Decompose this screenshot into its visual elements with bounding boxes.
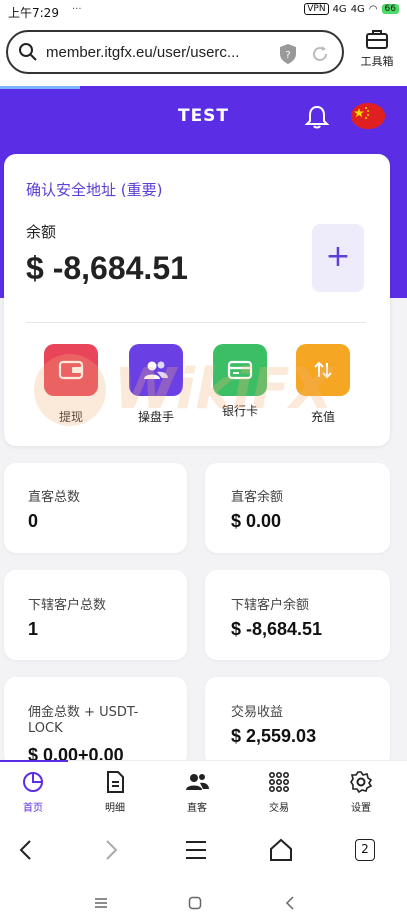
browser-nav-bar: 2 <box>0 818 407 884</box>
bank-card-button[interactable]: 银行卡 <box>213 344 275 419</box>
deposit-arrows-icon <box>296 344 350 396</box>
stat-card-sub-balance: 下辖客户余额 $ -8,684.51 <box>205 570 390 660</box>
withdraw-button[interactable]: 提现 <box>44 344 106 425</box>
nav-item-settings[interactable]: 设置 <box>331 770 391 814</box>
confirm-address-link[interactable]: 确认安全地址 (重要) <box>26 179 162 200</box>
status-time: 上午7:29 <box>8 6 59 20</box>
signal-icon-2: 4G <box>350 3 365 15</box>
card-divider <box>26 322 366 323</box>
tabs-count-button[interactable]: 2 <box>355 839 375 861</box>
system-nav-bar <box>0 884 407 923</box>
trader-label: 操盘手 <box>137 410 174 424</box>
signal-icon: 4G <box>332 3 347 15</box>
status-dots: ··· <box>72 4 82 15</box>
nav-item-direct-clients[interactable]: 直客 <box>167 770 227 814</box>
menu-icon[interactable] <box>184 838 208 862</box>
stat-card-direct-balance: 直客余额 $ 0.00 <box>205 463 390 553</box>
nav-item-trade[interactable]: 交易 <box>249 770 309 814</box>
stat-label: 佣金总数 + USDT- <box>28 705 139 720</box>
pie-chart-icon <box>23 772 43 792</box>
page-title: TEST <box>177 106 230 126</box>
nav-label: 明细 <box>105 803 125 814</box>
balance-value: $ -8,684.51 <box>26 250 188 286</box>
back-arrow-icon[interactable] <box>16 838 36 862</box>
bell-icon[interactable] <box>304 104 330 130</box>
nav-item-details[interactable]: 明细 <box>85 770 145 814</box>
reload-icon[interactable] <box>310 44 330 64</box>
language-flag-icon[interactable] <box>351 103 385 129</box>
stat-value: 0 <box>28 511 39 531</box>
url-text: member.itgfx.eu/user/userc... <box>46 43 240 61</box>
stat-value: 1 <box>28 619 39 639</box>
wifi-icon: ◠ <box>368 3 378 15</box>
gear-icon <box>350 771 373 794</box>
bottom-nav-active-indicator <box>0 760 68 762</box>
forward-arrow-icon[interactable] <box>101 838 121 862</box>
trader-users-icon <box>129 344 183 396</box>
withdraw-label: 提现 <box>58 410 83 424</box>
grid-dots-icon <box>268 771 289 792</box>
svg-text:?: ? <box>285 50 290 61</box>
users-icon <box>186 774 209 790</box>
browser-url-bar: member.itgfx.eu/user/userc... ? 工具箱 <box>0 24 407 86</box>
stat-card-commission: 佣金总数 + USDT- LOCK $ 0.00+0.00 <box>4 677 187 767</box>
bank-card-icon <box>213 344 267 396</box>
deposit-button[interactable]: 充值 <box>296 344 358 425</box>
stat-card-direct-count: 直客总数 0 <box>4 463 187 553</box>
url-field[interactable]: member.itgfx.eu/user/userc... ? <box>6 30 344 74</box>
stat-label: 交易收益 <box>231 705 284 720</box>
nav-label: 设置 <box>351 803 371 814</box>
status-bar: 上午7:29 ··· VPN 4G 4G ◠ 66 <box>0 0 407 24</box>
stat-value: $ 0.00 <box>231 511 282 531</box>
nav-label: 交易 <box>269 803 289 814</box>
shield-icon[interactable]: ? <box>278 43 298 65</box>
stat-value: $ 2,559.03 <box>231 726 317 746</box>
stat-label-2: LOCK <box>28 721 63 736</box>
balance-label: 余额 <box>26 223 57 241</box>
nav-label: 首页 <box>23 803 43 814</box>
recent-apps-icon[interactable] <box>94 897 108 909</box>
battery-icon: 66 <box>381 4 399 14</box>
home-icon[interactable] <box>268 838 294 862</box>
stat-label: 直客余额 <box>231 490 284 505</box>
document-icon <box>107 771 124 793</box>
stat-value: $ -8,684.51 <box>231 619 323 639</box>
china-flag-icon <box>351 103 385 129</box>
search-icon <box>19 43 37 61</box>
toolbox-icon <box>366 30 388 49</box>
vpn-badge: VPN <box>304 3 329 15</box>
withdraw-icon <box>44 344 98 396</box>
stat-label: 直客总数 <box>28 490 81 505</box>
stat-label: 下辖客户余额 <box>231 598 310 613</box>
nav-item-home[interactable]: 首页 <box>3 770 63 814</box>
page-load-progress <box>0 86 80 89</box>
trader-button[interactable]: 操盘手 <box>129 344 191 425</box>
toolbox-label: 工具箱 <box>360 55 394 68</box>
bank-card-label: 银行卡 <box>221 404 258 418</box>
stat-label: 下辖客户总数 <box>28 598 107 613</box>
toolbox-button[interactable]: 工具箱 <box>352 28 402 78</box>
stat-card-trade-profit: 交易收益 $ 2,559.03 <box>205 677 390 767</box>
deposit-label: 充值 <box>310 410 335 424</box>
nav-label: 直客 <box>187 803 207 814</box>
system-home-icon[interactable] <box>188 896 202 910</box>
stat-card-sub-count: 下辖客户总数 1 <box>4 570 187 660</box>
system-back-icon[interactable] <box>284 896 296 910</box>
status-right: VPN 4G 4G ◠ 66 <box>304 3 399 15</box>
deposit-plus-button[interactable]: + <box>312 224 364 292</box>
